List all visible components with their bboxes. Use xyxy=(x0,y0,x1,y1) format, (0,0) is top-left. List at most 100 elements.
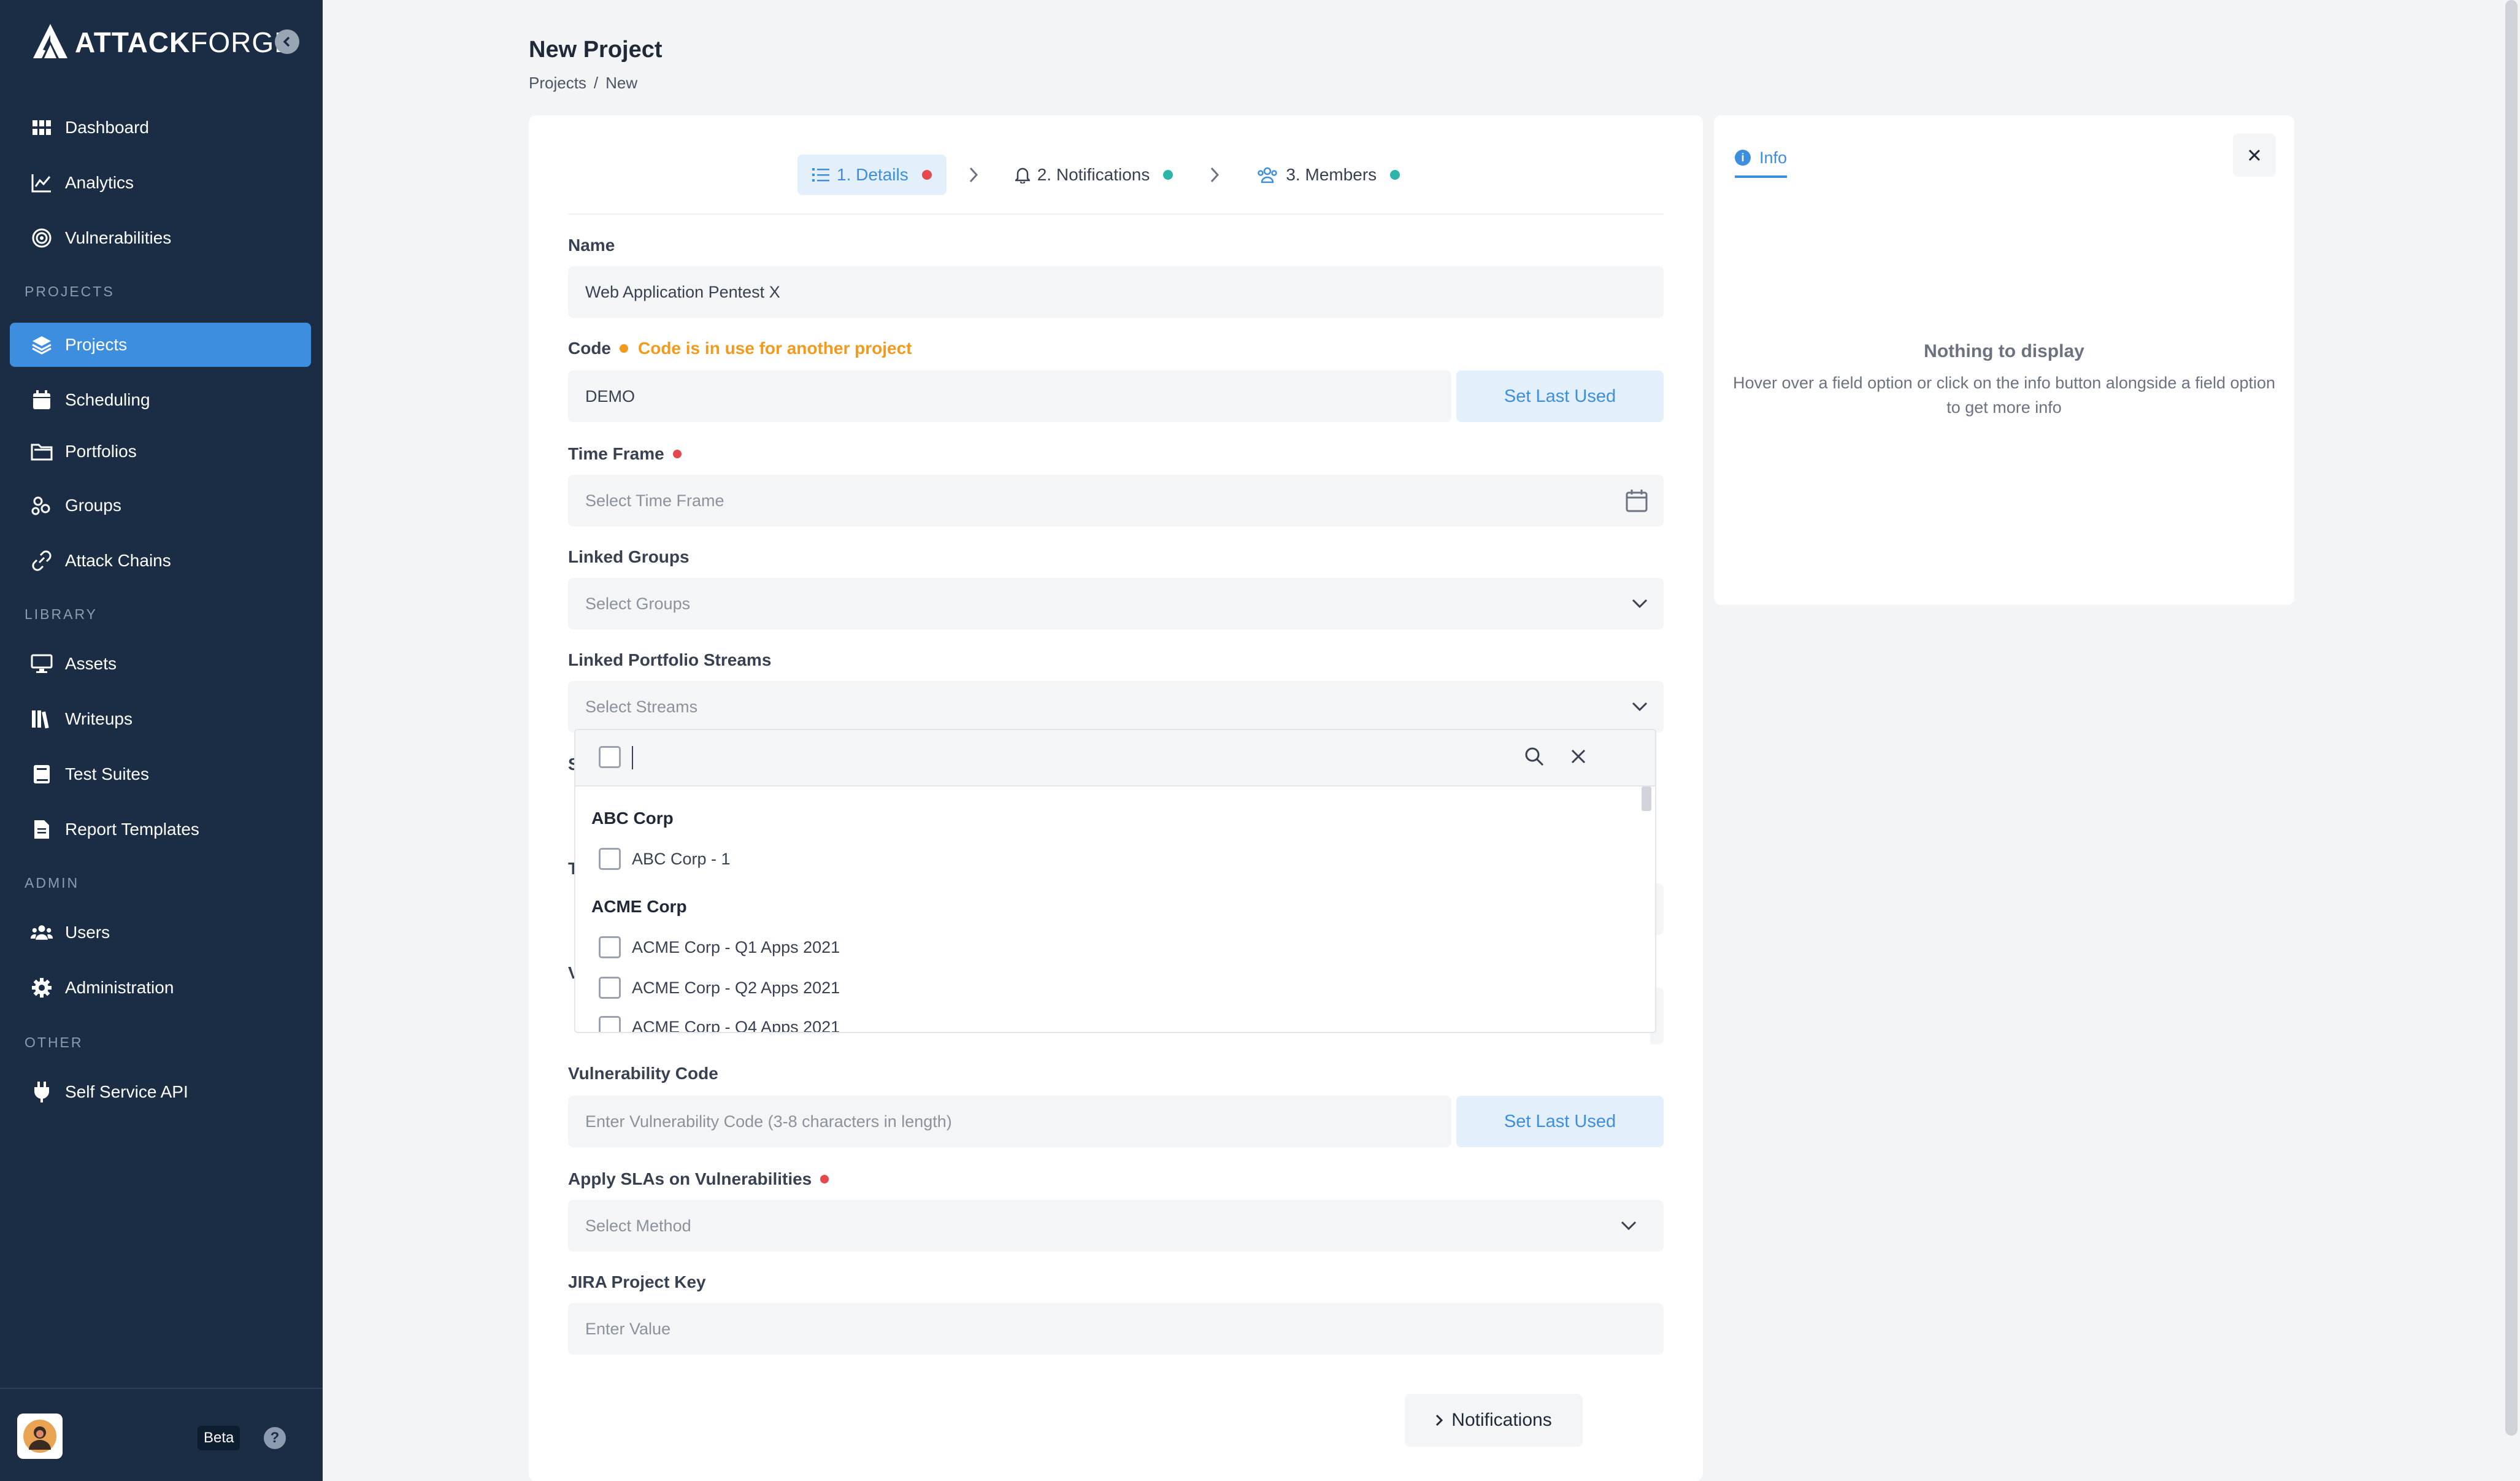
sidebar-item-attack-chains[interactable]: Attack Chains xyxy=(10,539,311,583)
wizard-steps: 1. Details 2. Notifications 3. Members xyxy=(797,155,1415,195)
step-notifications[interactable]: 2. Notifications xyxy=(1001,155,1188,195)
folder-icon xyxy=(31,440,53,463)
chevron-down-icon xyxy=(1621,1200,1637,1252)
sidebar-item-test-suites[interactable]: Test Suites xyxy=(10,752,311,796)
sidebar-item-vulnerabilities[interactable]: Vulnerabilities xyxy=(10,216,311,260)
sidebar-item-analytics[interactable]: Analytics xyxy=(10,161,311,205)
jira-key-placeholder: Enter Value xyxy=(585,1319,671,1338)
book-icon xyxy=(31,763,53,785)
sidebar-item-writeups[interactable]: Writeups xyxy=(10,697,311,741)
grid-icon xyxy=(31,117,53,139)
section-heading-library: LIBRARY xyxy=(25,606,98,622)
sidebar-item-label: Dashboard xyxy=(65,118,149,137)
step-details[interactable]: 1. Details xyxy=(797,155,947,195)
linked-groups-label-text: Linked Groups xyxy=(568,547,690,566)
linked-streams-select[interactable]: Select Streams xyxy=(568,681,1664,733)
dropdown-option[interactable]: ABC Corp - 1 xyxy=(599,848,731,870)
search-icon[interactable] xyxy=(1524,746,1545,770)
target-icon xyxy=(31,227,53,249)
option-checkbox[interactable] xyxy=(599,848,621,870)
sidebar-item-dashboard[interactable]: Dashboard xyxy=(10,106,311,150)
option-checkbox[interactable] xyxy=(599,977,621,999)
user-avatar[interactable] xyxy=(17,1414,63,1459)
dropdown-scrollbar[interactable] xyxy=(1642,787,1651,811)
sidebar-item-label: Projects xyxy=(65,335,128,354)
sidebar-item-projects[interactable]: Projects xyxy=(10,323,311,367)
vulnerability-code-placeholder: Enter Vulnerability Code (3-8 characters… xyxy=(585,1112,952,1131)
code-field[interactable]: DEMO xyxy=(568,371,1451,422)
collapse-sidebar-button[interactable] xyxy=(275,29,299,54)
select-all-checkbox[interactable] xyxy=(599,746,621,768)
sidebar-item-users[interactable]: Users xyxy=(10,910,311,955)
dropdown-option[interactable]: ACME Corp - Q4 Apps 2021 xyxy=(599,1016,840,1032)
list-icon xyxy=(812,167,829,182)
next-notifications-button[interactable]: Notifications xyxy=(1405,1394,1583,1447)
link-icon xyxy=(31,550,53,572)
option-checkbox[interactable] xyxy=(599,936,621,958)
steps-divider xyxy=(568,213,1664,215)
sidebar-item-portfolios[interactable]: Portfolios xyxy=(10,429,311,474)
option-label: ACME Corp - Q2 Apps 2021 xyxy=(632,978,840,997)
jira-key-label: JIRA Project Key xyxy=(568,1272,706,1292)
sidebar-item-scheduling[interactable]: Scheduling xyxy=(10,378,311,422)
dropdown-option[interactable]: ACME Corp - Q2 Apps 2021 xyxy=(599,977,840,999)
step-label: 3. Members xyxy=(1286,165,1377,184)
set-last-used-vuln-code-button[interactable]: Set Last Used xyxy=(1456,1096,1664,1147)
name-value: Web Application Pentest X xyxy=(585,282,780,301)
chevron-down-icon xyxy=(1632,681,1648,733)
streams-dropdown: ABC Corp ABC Corp - 1 ACME Corp ACME Cor… xyxy=(574,729,1656,1033)
dropdown-search-bar[interactable] xyxy=(575,730,1655,787)
calendar-icon[interactable] xyxy=(1626,475,1648,526)
vulnerability-code-label-text: Vulnerability Code xyxy=(568,1064,718,1083)
sidebar-item-assets[interactable]: Assets xyxy=(10,642,311,686)
code-warning-text: Code is in use for another project xyxy=(638,339,912,358)
jira-key-field[interactable]: Enter Value xyxy=(568,1303,1664,1355)
name-label-text: Name xyxy=(568,236,615,255)
breadcrumb-projects-link[interactable]: Projects xyxy=(529,74,586,93)
sidebar-item-groups[interactable]: Groups xyxy=(10,483,311,528)
close-info-panel-button[interactable] xyxy=(2233,134,2276,177)
linked-groups-label: Linked Groups xyxy=(568,547,690,567)
sidebar-item-administration[interactable]: Administration xyxy=(10,966,311,1010)
beta-badge: Beta xyxy=(198,1426,240,1450)
close-icon xyxy=(2248,149,2261,161)
apply-slas-label: Apply SLAs on Vulnerabilities xyxy=(568,1169,829,1189)
option-checkbox[interactable] xyxy=(599,1016,621,1032)
vulnerability-code-field[interactable]: Enter Vulnerability Code (3-8 characters… xyxy=(568,1096,1451,1147)
sidebar-item-label: Users xyxy=(65,923,110,942)
time-frame-field[interactable]: Select Time Frame xyxy=(568,475,1664,526)
name-field[interactable]: Web Application Pentest X xyxy=(568,266,1664,318)
page-scrollbar[interactable] xyxy=(2505,0,2518,1436)
tab-info[interactable]: i Info xyxy=(1735,144,1788,178)
linked-groups-placeholder: Select Groups xyxy=(585,594,691,613)
monitor-icon xyxy=(31,653,53,675)
plug-icon xyxy=(31,1081,53,1103)
dropdown-option[interactable]: ACME Corp - Q1 Apps 2021 xyxy=(599,936,840,958)
sidebar-item-label: Test Suites xyxy=(65,764,149,783)
breadcrumb: Projects / New xyxy=(529,74,637,93)
section-heading-projects: PROJECTS xyxy=(25,283,115,299)
gear-icon xyxy=(31,977,53,999)
apply-slas-select[interactable]: Select Method xyxy=(568,1200,1664,1252)
sidebar-item-label: Portfolios xyxy=(65,442,137,461)
dropdown-group-heading: ACME Corp xyxy=(591,897,687,916)
brand-logo[interactable]: ATTACKFORGE xyxy=(32,22,302,63)
sidebar-item-report-templates[interactable]: Report Templates xyxy=(10,807,311,852)
bell-icon xyxy=(1015,166,1030,183)
linked-streams-placeholder: Select Streams xyxy=(585,697,698,716)
apply-slas-placeholder: Select Method xyxy=(585,1216,691,1235)
step-members[interactable]: 3. Members xyxy=(1242,155,1415,195)
set-last-used-code-button[interactable]: Set Last Used xyxy=(1456,371,1664,422)
linked-streams-label: Linked Portfolio Streams xyxy=(568,650,771,670)
sidebar-item-label: Self Service API xyxy=(65,1082,188,1101)
help-icon[interactable]: ? xyxy=(264,1427,286,1449)
code-label: Code Code is in use for another project xyxy=(568,339,912,358)
section-heading-other: OTHER xyxy=(25,1034,83,1050)
close-icon[interactable] xyxy=(1568,746,1589,770)
sidebar-item-self-service-api[interactable]: Self Service API xyxy=(10,1070,311,1114)
linked-groups-select[interactable]: Select Groups xyxy=(568,578,1664,629)
vulnerability-code-label: Vulnerability Code xyxy=(568,1064,718,1083)
option-label: ACME Corp - Q1 Apps 2021 xyxy=(632,937,840,956)
breadcrumb-current: New xyxy=(605,74,638,92)
groups-icon xyxy=(31,494,53,517)
